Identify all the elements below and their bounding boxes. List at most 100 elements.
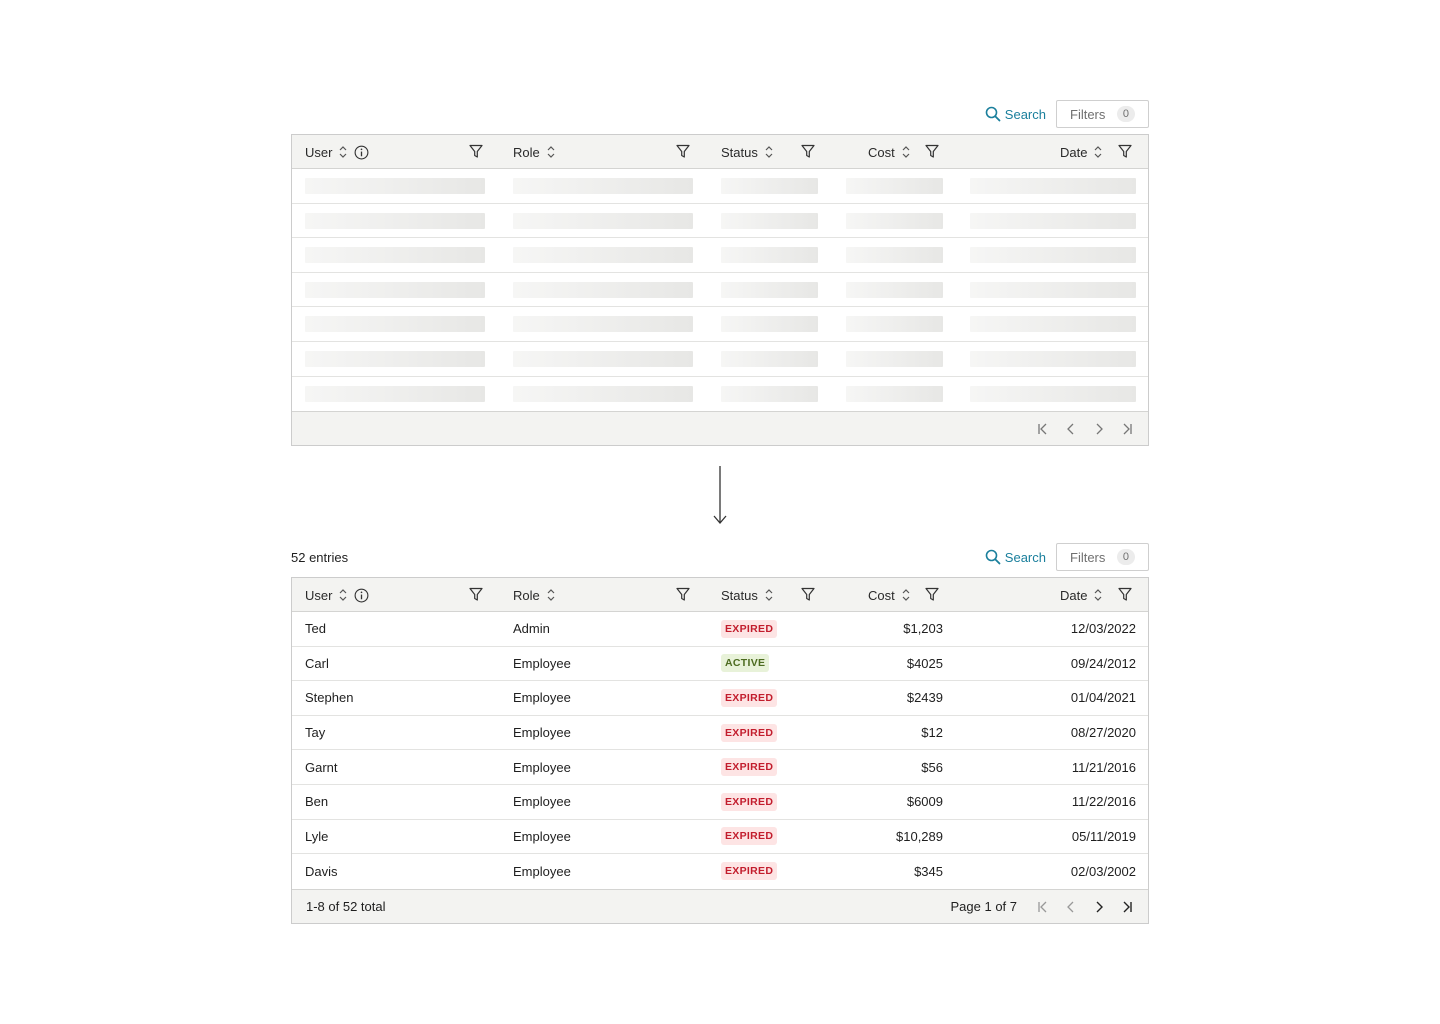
info-icon[interactable] (354, 145, 369, 160)
arrow-down-icon (713, 466, 727, 524)
table-row[interactable]: Ben Employee EXPIRED $6009 11/22/2016 (292, 785, 1148, 820)
skeleton-row (292, 307, 1148, 342)
sort-icon[interactable] (546, 144, 556, 160)
table-body: Ted Admin EXPIRED $1,203 12/03/2022 Carl Emplo… (292, 612, 1148, 889)
skeleton-bar (721, 316, 818, 333)
cell-role: Employee (513, 863, 571, 879)
last-page-icon (1123, 423, 1132, 435)
status-badge: EXPIRED (721, 758, 778, 777)
skeleton-bar (970, 212, 1136, 229)
last-page-button[interactable] (1118, 898, 1136, 916)
cell-user: Ben (305, 794, 329, 810)
skeleton-bar (721, 247, 818, 264)
filter-icon[interactable] (469, 144, 483, 159)
column-header-label: Role (513, 144, 540, 160)
column-header-role[interactable]: Role (513, 135, 556, 169)
cell-status: ACTIVE (721, 647, 818, 681)
column-header-role[interactable]: Role (513, 578, 556, 612)
filter-icon[interactable] (469, 587, 483, 602)
sort-icon[interactable] (764, 587, 774, 603)
table-row[interactable]: Tay Employee EXPIRED $12 08/27/2020 (292, 716, 1148, 751)
status-badge: EXPIRED (721, 862, 778, 881)
cell-status: EXPIRED (721, 750, 818, 784)
filters-label: Filters (1070, 106, 1106, 122)
filter-icon[interactable] (676, 144, 690, 159)
sort-icon[interactable] (338, 144, 348, 160)
column-header-user[interactable]: User (305, 578, 369, 612)
filter-icon[interactable] (925, 587, 939, 602)
column-header-label: Date (1060, 144, 1088, 160)
skeleton-row (292, 273, 1148, 308)
column-header-cost[interactable]: Cost (868, 578, 911, 612)
column-header-label: Status (721, 587, 758, 603)
skeleton-bar (970, 281, 1136, 298)
data-table: User Role Status Cost Date Ted Admin EXPIRED $1… (291, 577, 1149, 924)
skeleton-bar (970, 316, 1136, 333)
skeleton-bar (846, 247, 943, 264)
table-row[interactable]: Stephen Employee EXPIRED $2439 01/04/2021 (292, 681, 1148, 716)
cell-cost: $345 (914, 863, 943, 879)
prev-page-button[interactable] (1062, 898, 1080, 916)
cell-cost: $56 (921, 759, 943, 775)
search-button[interactable]: Search (985, 549, 1046, 565)
search-label: Search (1004, 549, 1046, 565)
first-page-icon (1038, 901, 1047, 913)
first-page-button[interactable] (1034, 420, 1052, 438)
prev-page-button[interactable] (1062, 420, 1080, 438)
skeleton-bar (305, 385, 485, 402)
sort-icon[interactable] (1093, 144, 1103, 160)
filter-icon[interactable] (1118, 587, 1132, 602)
skeleton-bar (846, 281, 943, 298)
table-row[interactable]: Ted Admin EXPIRED $1,203 12/03/2022 (292, 612, 1148, 647)
cell-cost: $6009 (906, 794, 943, 810)
filters-button[interactable]: Filters 0 (1056, 543, 1149, 571)
next-page-button[interactable] (1090, 898, 1108, 916)
column-header-user[interactable]: User (305, 135, 369, 169)
next-page-button[interactable] (1090, 420, 1108, 438)
table-row[interactable]: Davis Employee EXPIRED $345 02/03/2002 (292, 854, 1148, 889)
filter-icon[interactable] (676, 587, 690, 602)
chevron-right-icon (1096, 423, 1103, 435)
sort-icon[interactable] (901, 144, 911, 160)
first-page-button[interactable] (1034, 898, 1052, 916)
filter-icon[interactable] (925, 144, 939, 159)
column-header-date[interactable]: Date (1060, 135, 1103, 169)
table-header: User Role Status Cost Date (292, 135, 1148, 169)
cell-cost: $2439 (906, 690, 943, 706)
skeleton-row (292, 238, 1148, 273)
table-row[interactable]: Carl Employee ACTIVE $4025 09/24/2012 (292, 647, 1148, 682)
skeleton-bar (513, 350, 693, 367)
filter-icon[interactable] (1118, 144, 1132, 159)
column-header-cost[interactable]: Cost (868, 135, 911, 169)
last-page-button[interactable] (1118, 420, 1136, 438)
loading-table: User Role Status Cost Date (291, 134, 1149, 447)
cell-user: Carl (305, 655, 329, 671)
table-row[interactable]: Lyle Employee EXPIRED $10,289 05/11/2019 (292, 820, 1148, 855)
cell-user: Tay (305, 725, 326, 741)
cell-date: 05/11/2019 (1071, 828, 1136, 844)
column-header-status[interactable]: Status (721, 578, 774, 612)
skeleton-bar (970, 385, 1136, 402)
column-header-status[interactable]: Status (721, 135, 774, 169)
info-icon[interactable] (354, 588, 369, 603)
skeleton-bar (721, 212, 818, 229)
cell-cost: $10,289 (896, 828, 943, 844)
sort-icon[interactable] (901, 587, 911, 603)
sort-icon[interactable] (764, 144, 774, 160)
filter-icon[interactable] (801, 587, 815, 602)
cell-status: EXPIRED (721, 785, 818, 819)
table-footer (292, 411, 1148, 446)
column-header-date[interactable]: Date (1060, 578, 1103, 612)
skeleton-bar (721, 385, 818, 402)
loaded-toolbar: 52 entries Search Filters 0 (291, 543, 1149, 571)
skeleton-bar (846, 316, 943, 333)
sort-icon[interactable] (546, 587, 556, 603)
skeleton-bar (513, 247, 693, 264)
table-row[interactable]: Garnt Employee EXPIRED $56 11/21/2016 (292, 750, 1148, 785)
status-badge: EXPIRED (721, 792, 778, 811)
sort-icon[interactable] (1093, 587, 1103, 603)
filters-button[interactable]: Filters 0 (1056, 100, 1149, 128)
filter-icon[interactable] (801, 144, 815, 159)
sort-icon[interactable] (338, 587, 348, 603)
search-button[interactable]: Search (985, 106, 1046, 122)
